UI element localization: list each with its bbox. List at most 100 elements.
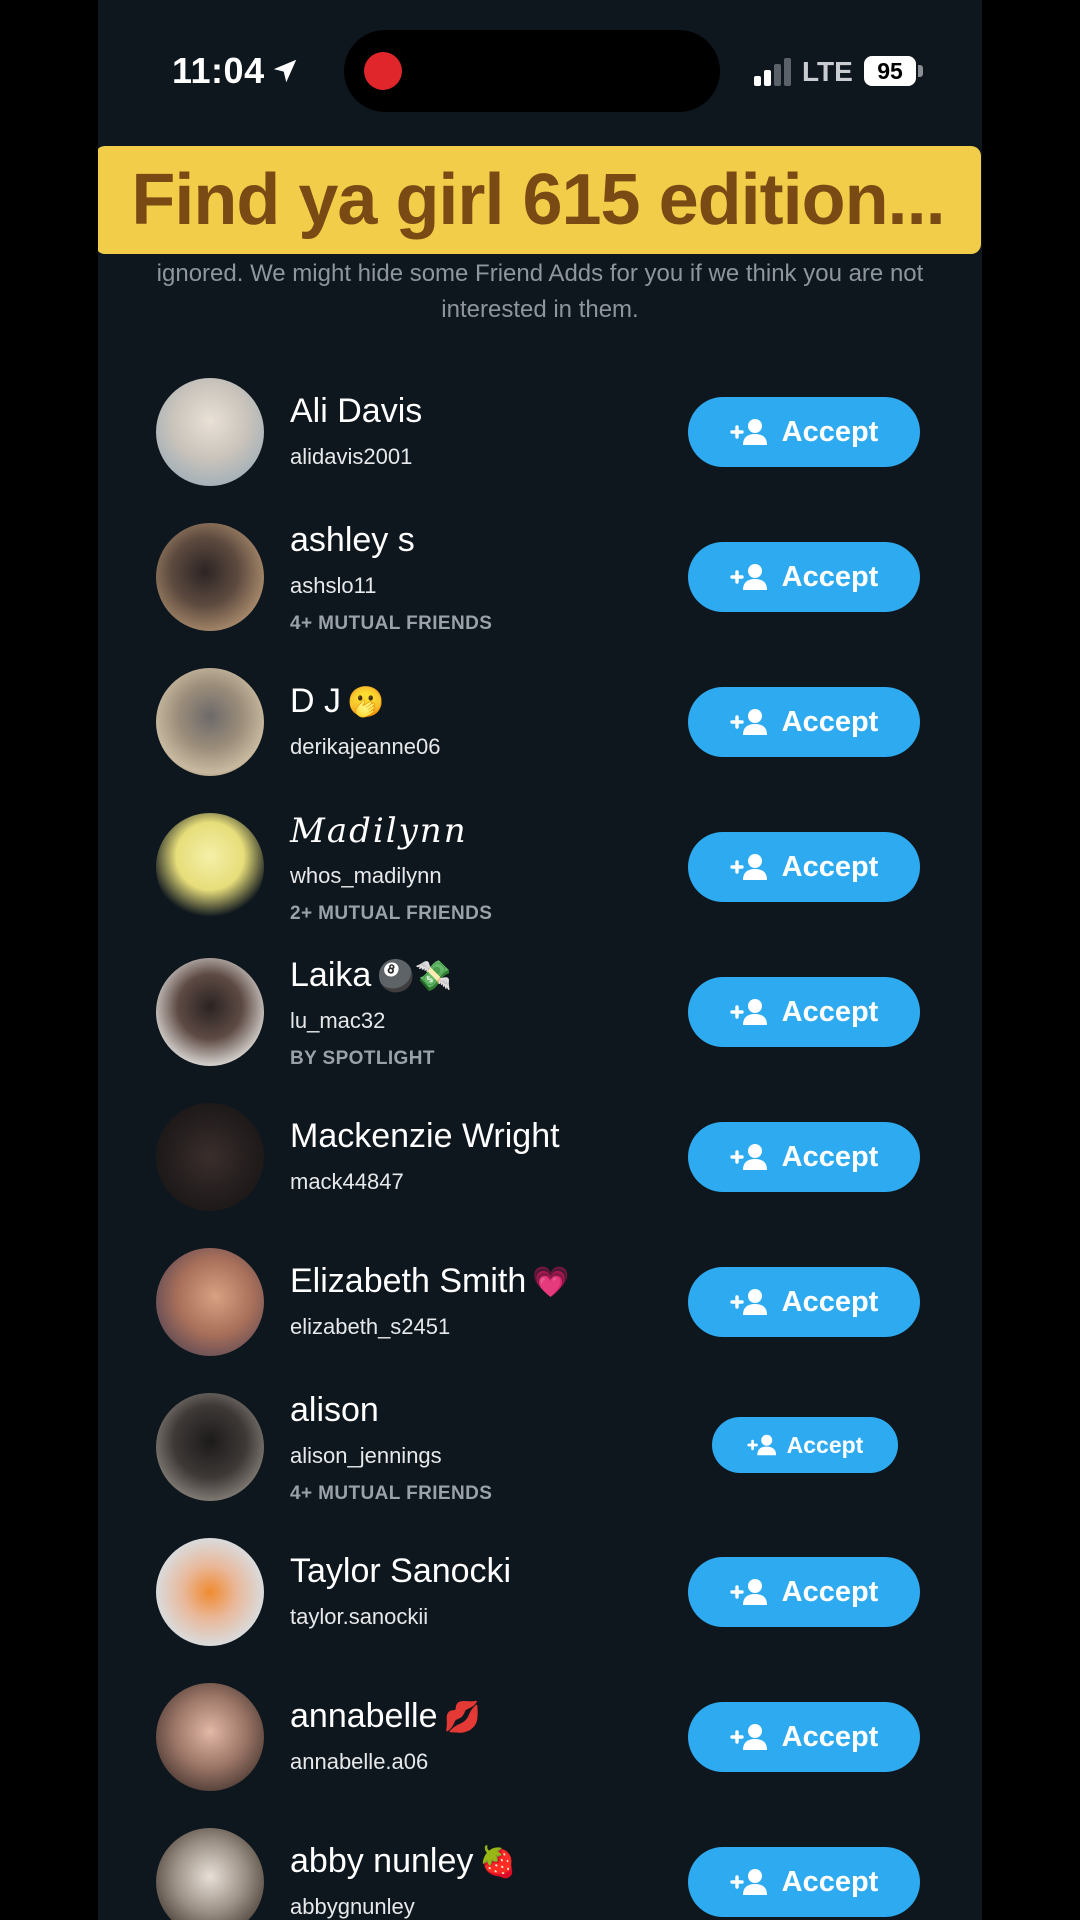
avatar[interactable]	[156, 813, 264, 921]
accept-button-label: Accept	[781, 560, 879, 593]
accept-button-label: Accept	[781, 705, 879, 738]
display-name-text: Madilynn	[290, 811, 468, 851]
display-name-text: Mackenzie Wright	[290, 1117, 560, 1155]
username: whos_madilynn	[290, 863, 442, 888]
accept-button-label: Accept	[781, 1575, 879, 1608]
accept-button[interactable]: Accept	[688, 1557, 920, 1627]
friend-request-row[interactable]: abby nunley 🍓 abbygnunley Accept	[98, 1828, 982, 1920]
add-friend-icon	[729, 709, 767, 735]
accept-button-label: Accept	[781, 415, 879, 448]
username: alidavis2001	[290, 444, 413, 469]
display-name-text: Ali Davis	[290, 392, 423, 430]
add-friend-icon	[729, 1724, 767, 1750]
name-emoji: 🫢	[347, 686, 385, 719]
display-name-text: D J	[290, 682, 341, 720]
username: derikajeanne06	[290, 734, 441, 759]
username: lu_mac32	[290, 1008, 386, 1033]
avatar[interactable]	[156, 1393, 264, 1501]
avatar[interactable]	[156, 1828, 264, 1920]
friend-context-label: 2+ MUTUAL FRIENDS	[290, 903, 493, 924]
accept-button[interactable]: Accept	[688, 1267, 920, 1337]
name-emoji: 💋	[443, 1701, 481, 1734]
friend-request-row[interactable]: Mackenzie Wright mack44847 Accept	[98, 1103, 982, 1243]
add-friend-icon	[729, 1579, 767, 1605]
accept-button-label: Accept	[781, 1865, 879, 1898]
display-name: D J 🫢	[290, 682, 384, 721]
display-name-text: abby nunley	[290, 1842, 474, 1880]
avatar[interactable]	[156, 668, 264, 776]
accept-button[interactable]: Accept	[688, 1702, 920, 1772]
status-bar: 11:04 LTE 95	[98, 0, 982, 140]
display-name: Madilynn	[290, 811, 468, 851]
accept-button[interactable]: Accept	[688, 977, 920, 1047]
friend-request-row[interactable]: Madilynn whos_madilynn 2+ MUTUAL FRIENDS Ac…	[98, 811, 982, 953]
network-type: LTE	[802, 56, 853, 87]
display-name: annabelle 💋	[290, 1697, 481, 1736]
friend-request-row[interactable]: Elizabeth Smith 💗 elizabeth_s2451 Accept	[98, 1248, 982, 1388]
friend-request-row[interactable]: Ali Davis alidavis2001 Accept	[98, 378, 982, 518]
avatar[interactable]	[156, 523, 264, 631]
display-name-text: annabelle	[290, 1697, 438, 1735]
name-emoji: 🍓	[479, 1846, 517, 1879]
avatar[interactable]	[156, 378, 264, 486]
accept-button[interactable]: Accept	[688, 1122, 920, 1192]
username: elizabeth_s2451	[290, 1314, 451, 1339]
friend-request-row[interactable]: Laika 🎱💸 lu_mac32 BY SPOTLIGHT Accept	[98, 956, 982, 1098]
accept-button-label: Accept	[781, 1285, 879, 1318]
location-arrow-icon	[273, 59, 297, 83]
recording-indicator-icon	[364, 52, 402, 90]
display-name-text: ashley s	[290, 521, 415, 559]
accept-button[interactable]: Accept	[688, 397, 920, 467]
add-friend-icon	[729, 1869, 767, 1895]
accept-button[interactable]: Accept	[688, 1847, 920, 1917]
add-friend-icon	[729, 854, 767, 880]
info-text: ignored. We might hide some Friend Adds …	[98, 256, 982, 328]
accept-button-label: Accept	[786, 1431, 864, 1458]
display-name: Laika 🎱💸	[290, 956, 452, 995]
info-line-2: interested in them.	[441, 296, 639, 323]
friend-request-row[interactable]: Taylor Sanocki taylor.sanockii Accept	[98, 1538, 982, 1678]
name-emoji: 💗	[532, 1266, 570, 1299]
caption-banner: Find ya girl 615 edition...	[98, 146, 981, 254]
display-name-text: Laika	[290, 956, 372, 994]
avatar[interactable]	[156, 1248, 264, 1356]
dynamic-island	[344, 30, 720, 112]
accept-button[interactable]: Accept	[688, 687, 920, 757]
accept-button[interactable]: Accept	[688, 832, 920, 902]
friend-request-row[interactable]: alison alison_jennings 4+ MUTUAL FRIENDS Ac…	[98, 1391, 982, 1533]
display-name: alison	[290, 1391, 379, 1430]
friend-request-row[interactable]: ashley s ashslo11 4+ MUTUAL FRIENDS Accept	[98, 521, 982, 663]
avatar[interactable]	[156, 1103, 264, 1211]
display-name: Taylor Sanocki	[290, 1552, 511, 1591]
friend-context-label: 4+ MUTUAL FRIENDS	[290, 1483, 493, 1504]
add-friend-icon	[729, 1144, 767, 1170]
display-name-text: Taylor Sanocki	[290, 1552, 512, 1590]
friend-context-label: 4+ MUTUAL FRIENDS	[290, 613, 493, 634]
info-line-1: ignored. We might hide some Friend Adds …	[156, 260, 924, 287]
accept-button-label: Accept	[781, 1720, 879, 1753]
display-name: abby nunley 🍓	[290, 1842, 517, 1881]
friend-request-row[interactable]: D J 🫢 derikajeanne06 Accept	[98, 668, 982, 808]
accept-button-label: Accept	[781, 995, 879, 1028]
avatar[interactable]	[156, 958, 264, 1066]
accept-button-label: Accept	[781, 1140, 879, 1173]
battery-icon: 95	[864, 56, 916, 86]
username: abbygnunley	[290, 1894, 415, 1919]
battery-tip	[918, 65, 923, 77]
friend-request-row[interactable]: annabelle 💋 annabelle.a06 Accept	[98, 1683, 982, 1823]
display-name: ashley s	[290, 521, 415, 560]
accept-button[interactable]: Accept	[688, 542, 920, 612]
display-name: Elizabeth Smith 💗	[290, 1262, 570, 1301]
cellular-signal-icon	[754, 58, 791, 86]
username: ashslo11	[290, 573, 377, 598]
avatar[interactable]	[156, 1538, 264, 1646]
display-name: Mackenzie Wright	[290, 1117, 560, 1156]
avatar[interactable]	[156, 1683, 264, 1791]
add-friend-icon	[729, 1289, 767, 1315]
display-name-text: alison	[290, 1391, 379, 1429]
username: mack44847	[290, 1169, 404, 1194]
accept-button[interactable]: Accept	[712, 1417, 898, 1473]
add-friend-icon	[729, 419, 767, 445]
name-emoji: 🎱💸	[377, 960, 452, 993]
status-time: 11:04	[172, 50, 265, 91]
